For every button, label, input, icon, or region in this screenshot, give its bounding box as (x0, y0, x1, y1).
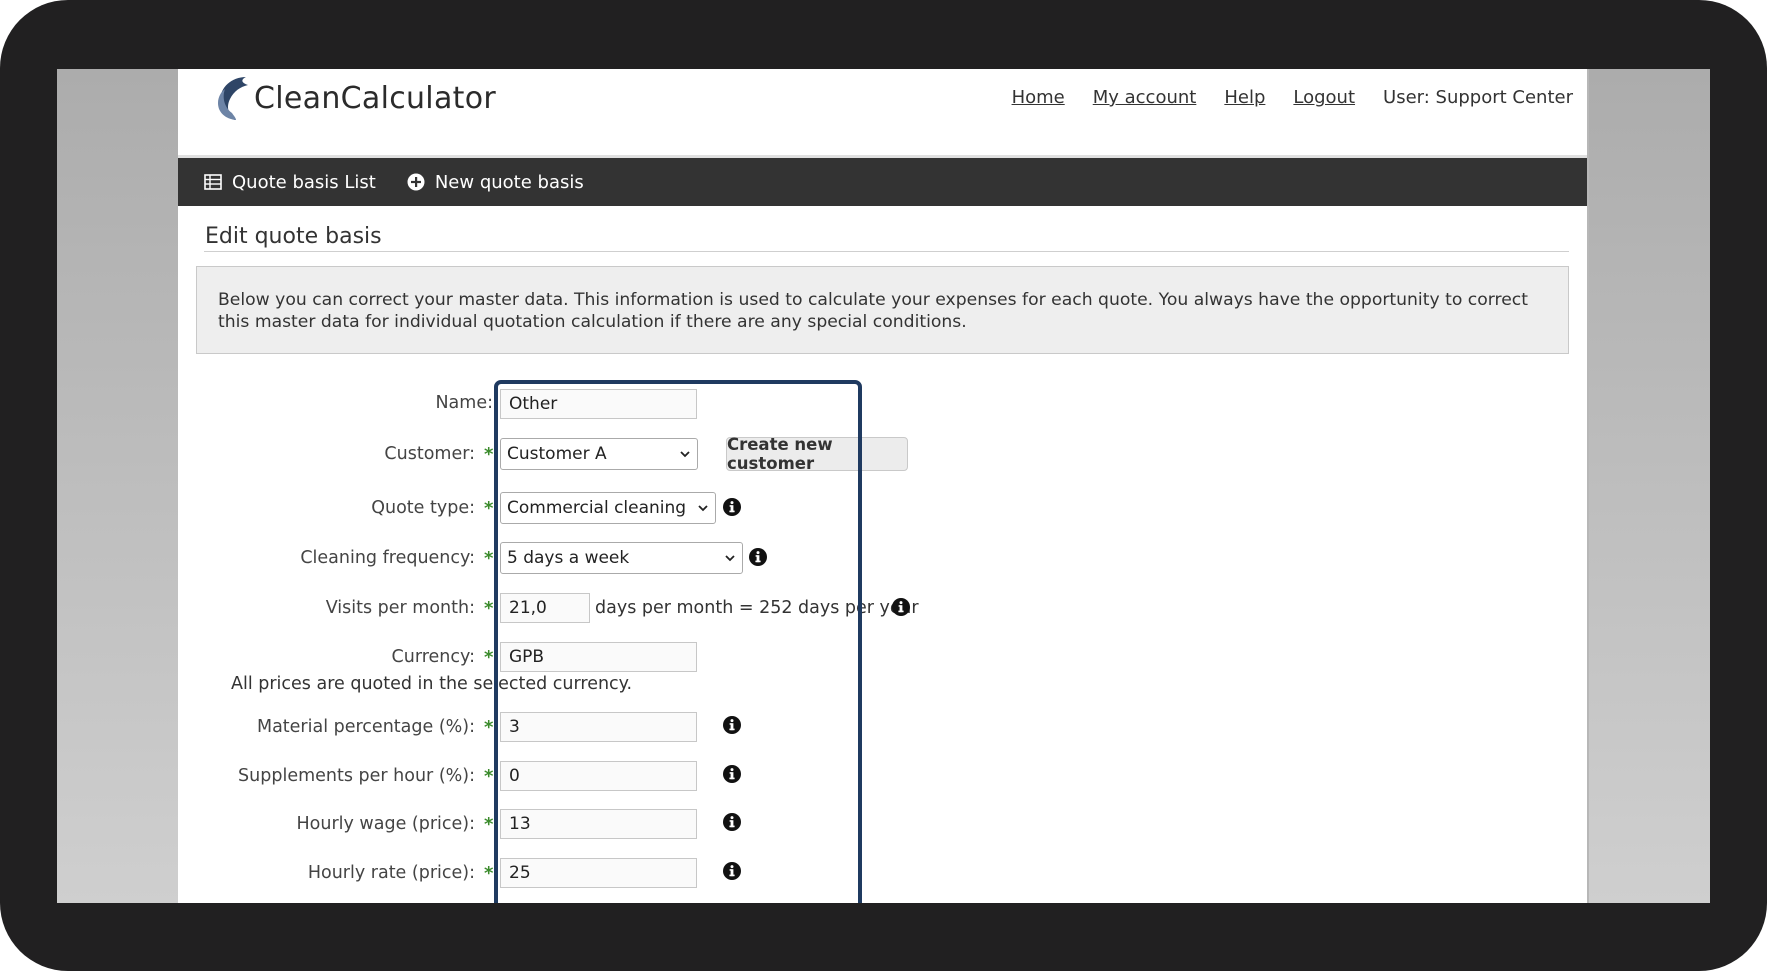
table-list-icon (204, 174, 222, 190)
page-gutter-right (1589, 69, 1710, 903)
currency-label: Currency: (391, 647, 475, 667)
material-percentage-label: Material percentage (%): (256, 717, 475, 737)
required-mark: * (484, 548, 494, 569)
new-quote-basis-button[interactable]: New quote basis (407, 172, 584, 193)
required-mark: * (484, 444, 494, 465)
device-frame: CleanCalculator Home My account Help Log… (0, 0, 1767, 971)
focus-highlight-box (494, 380, 862, 903)
nav-my-account-link[interactable]: My account (1093, 87, 1197, 108)
hourly-wage-label: Hourly wage (price): (296, 814, 475, 834)
required-mark: * (484, 717, 494, 738)
required-mark: * (484, 598, 494, 619)
nav-logout-link[interactable]: Logout (1293, 87, 1355, 108)
current-user: User: Support Center (1383, 87, 1573, 108)
required-mark: * (484, 498, 494, 519)
quote-basis-list-label: Quote basis List (232, 171, 376, 193)
new-quote-basis-label: New quote basis (434, 171, 584, 193)
browser-viewport: CleanCalculator Home My account Help Log… (57, 69, 1710, 903)
logo-wave-icon (218, 77, 248, 120)
supplements-per-hour-label: Supplements per hour (%): (238, 766, 475, 786)
info-icon[interactable] (892, 598, 910, 616)
required-mark: * (484, 863, 494, 884)
nav-help-link[interactable]: Help (1224, 87, 1265, 108)
customer-label: Customer: (384, 444, 475, 464)
toolbar: Quote basis List New quote basis (178, 158, 1587, 206)
quote-type-label: Quote type: (371, 498, 475, 518)
required-mark: * (484, 814, 494, 835)
plus-circle-icon (407, 173, 425, 191)
title-divider (204, 251, 1569, 252)
logo-text: CleanCalculator (254, 80, 496, 116)
page: CleanCalculator Home My account Help Log… (178, 69, 1587, 903)
page-title: Edit quote basis (205, 224, 382, 249)
page-gutter-left (57, 69, 178, 903)
header: CleanCalculator Home My account Help Log… (178, 69, 1587, 154)
top-navigation: Home My account Help Logout User: Suppor… (1012, 87, 1573, 108)
logo[interactable]: CleanCalculator (212, 75, 496, 121)
required-mark: * (484, 766, 494, 787)
hourly-rate-label: Hourly rate (price): (307, 863, 475, 883)
info-text: Below you can correct your master data. … (218, 290, 1528, 332)
info-box: Below you can correct your master data. … (196, 266, 1569, 354)
quote-basis-list-button[interactable]: Quote basis List (204, 172, 376, 193)
cleaning-frequency-label: Cleaning frequency: (300, 548, 475, 568)
visits-per-month-label: Visits per month: (325, 598, 475, 618)
name-label: Name: (435, 393, 493, 413)
nav-home-link[interactable]: Home (1012, 87, 1065, 108)
required-mark: * (484, 647, 494, 668)
